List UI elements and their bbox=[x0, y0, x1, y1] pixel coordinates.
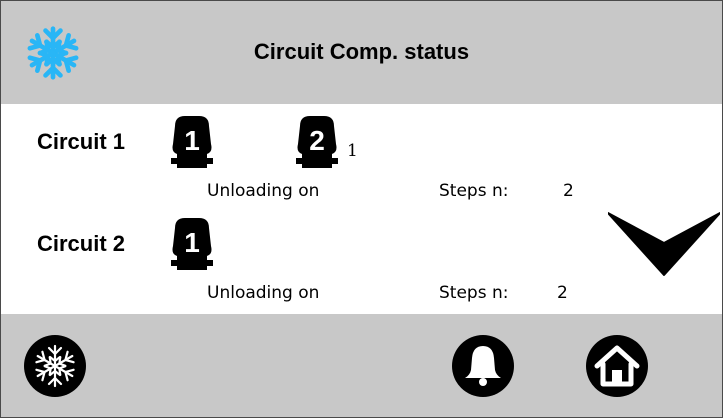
home-button[interactable] bbox=[585, 334, 649, 398]
compressor-2-icon: 2 bbox=[296, 116, 338, 168]
circuit-2-label: Circuit 2 bbox=[37, 231, 126, 256]
compressor-1-icon: 1 bbox=[171, 116, 213, 168]
compressor-number: 2 bbox=[309, 125, 325, 156]
snowflake-button[interactable] bbox=[23, 334, 87, 398]
footer-bar bbox=[1, 314, 722, 417]
compressor-number: 1 bbox=[184, 125, 200, 156]
circuit-1-steps-value: 2 bbox=[563, 181, 574, 201]
compressor-1-icon: 1 bbox=[171, 218, 213, 270]
page-title: Circuit Comp. status bbox=[253, 39, 470, 64]
hmi-screen: Circuit Comp. status Circuit 1 1 2 1 Unl… bbox=[0, 0, 723, 418]
circuit-2-steps-value: 2 bbox=[557, 283, 568, 303]
compressor-number: 1 bbox=[184, 227, 200, 258]
circuit-2-steps-label: Steps n: bbox=[439, 283, 509, 303]
circuit-2-unloading: Unloading on bbox=[207, 283, 320, 303]
circuit-1-label: Circuit 1 bbox=[37, 129, 126, 154]
circuit-1-unloading: Unloading on bbox=[207, 181, 320, 201]
header-bar: Circuit Comp. status bbox=[1, 1, 722, 104]
chevron-down-icon[interactable] bbox=[608, 209, 720, 277]
circuit-1-steps-label: Steps n: bbox=[439, 181, 509, 201]
alarm-bell-button[interactable] bbox=[451, 334, 515, 398]
compressor-2-suffix: 1 bbox=[347, 141, 358, 161]
